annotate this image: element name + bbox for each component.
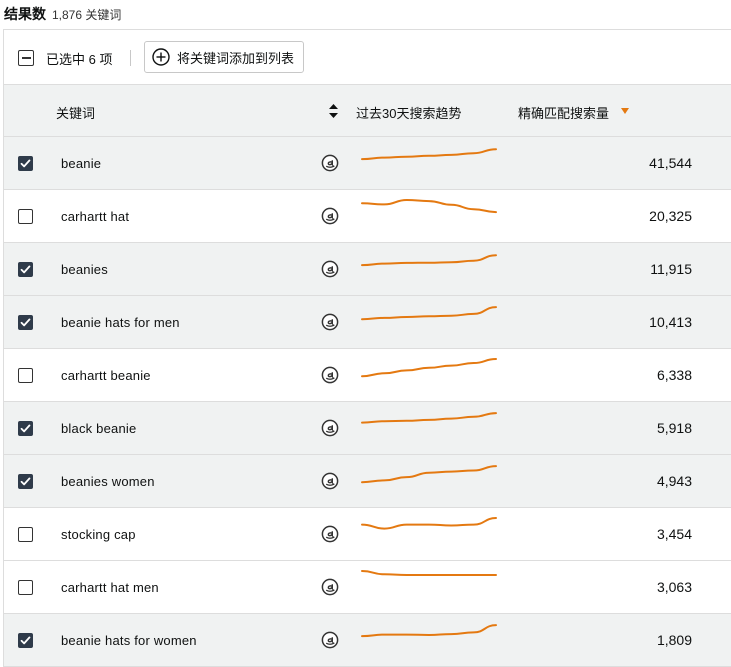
keyword-text: beanie — [61, 156, 102, 171]
column-header-volume[interactable]: 精确匹配搜索量 — [518, 103, 609, 122]
amazon-icon[interactable] — [321, 419, 339, 437]
keyword-text: beanies women — [61, 474, 155, 489]
row-checkbox[interactable] — [18, 633, 33, 648]
check-icon — [20, 477, 31, 486]
row-checkbox[interactable] — [18, 421, 33, 436]
trend-line — [361, 465, 497, 484]
results-title: 结果数 — [4, 6, 46, 22]
trend-sparkline — [361, 412, 497, 424]
keyword-text: beanie hats for men — [61, 315, 180, 330]
keyword-text: carhartt beanie — [61, 368, 151, 383]
table-row: carhartt beanie 6,338 — [4, 349, 731, 402]
amazon-icon[interactable] — [321, 313, 339, 331]
toolbar: 已选中 6 项 将关键词添加到列表 — [4, 30, 731, 84]
row-checkbox[interactable] — [18, 474, 33, 489]
row-checkbox[interactable] — [18, 262, 33, 277]
add-to-list-label: 将关键词添加到列表 — [177, 50, 295, 66]
sort-icon[interactable] — [329, 104, 338, 118]
table-row: beanie 41,544 — [4, 137, 731, 190]
trend-sparkline — [361, 148, 497, 161]
search-volume: 10,413 — [649, 314, 692, 330]
trend-sparkline — [361, 358, 497, 378]
check-icon — [20, 265, 31, 274]
row-checkbox[interactable] — [18, 315, 33, 330]
table-row: beanies women 4,943 — [4, 455, 731, 508]
trend-sparkline — [361, 517, 497, 530]
search-volume: 6,338 — [656, 367, 692, 383]
keyword-table-body: beanie 41,544 carhartt hat 20,325 beanie… — [4, 137, 731, 667]
trend-sparkline — [361, 465, 497, 484]
column-header-trend: 过去30天搜索趋势 — [356, 106, 462, 121]
selected-count-label: 已选中 6 项 — [46, 52, 113, 67]
check-icon — [20, 636, 31, 645]
search-volume: 4,943 — [656, 473, 692, 489]
toolbar-divider — [130, 50, 131, 66]
table-row: beanie hats for women 1,809 — [4, 614, 731, 667]
add-to-list-button[interactable]: 将关键词添加到列表 — [144, 41, 304, 73]
amazon-icon[interactable] — [321, 154, 339, 172]
table-row: black beanie 5,918 — [4, 402, 731, 455]
amazon-icon[interactable] — [321, 207, 339, 225]
trend-line — [361, 148, 497, 161]
trend-sparkline — [361, 624, 497, 638]
table-row: carhartt hat 20,325 — [4, 190, 731, 243]
check-icon — [20, 424, 31, 433]
amazon-icon[interactable] — [321, 472, 339, 490]
keyword-text: carhartt hat men — [61, 580, 159, 595]
search-volume: 5,918 — [656, 420, 692, 436]
row-checkbox[interactable] — [18, 209, 33, 224]
keyword-text: beanie hats for women — [61, 633, 197, 648]
trend-line — [361, 306, 497, 321]
trend-sparkline — [361, 306, 497, 321]
trend-sparkline — [361, 570, 497, 576]
keyword-text: beanies — [61, 262, 108, 277]
trend-line — [361, 624, 497, 638]
trend-line — [361, 199, 497, 214]
table-row: beanie hats for men 10,413 — [4, 296, 731, 349]
minus-icon — [21, 57, 31, 59]
trend-sparkline — [361, 199, 497, 214]
search-volume: 11,915 — [650, 261, 692, 277]
table-row: stocking cap 3,454 — [4, 508, 731, 561]
trend-line — [361, 412, 497, 424]
amazon-icon[interactable] — [321, 260, 339, 278]
row-checkbox[interactable] — [18, 156, 33, 171]
check-icon — [20, 159, 31, 168]
column-header-keyword[interactable]: 关键词 — [56, 103, 95, 122]
check-icon — [20, 318, 31, 327]
select-all-checkbox[interactable] — [18, 50, 34, 66]
keyword-text: carhartt hat — [61, 209, 130, 224]
search-volume: 20,325 — [649, 208, 692, 224]
row-checkbox[interactable] — [18, 368, 33, 383]
trend-sparkline — [361, 254, 497, 267]
keyword-panel: 已选中 6 项 将关键词添加到列表 关键词 过去30天搜索趋势 精确匹配搜索量 … — [3, 29, 731, 667]
results-header: 结果数 1,876 关键词 — [4, 2, 121, 26]
trend-line — [361, 570, 497, 576]
row-checkbox[interactable] — [18, 580, 33, 595]
row-checkbox[interactable] — [18, 527, 33, 542]
table-row: beanies 11,915 — [4, 243, 731, 296]
search-volume: 3,063 — [656, 579, 692, 595]
keyword-text: black beanie — [61, 421, 137, 436]
table-header: 关键词 过去30天搜索趋势 精确匹配搜索量 — [4, 84, 731, 137]
trend-line — [361, 358, 497, 378]
amazon-icon[interactable] — [321, 578, 339, 596]
keyword-text: stocking cap — [61, 527, 136, 542]
table-row: carhartt hat men 3,063 — [4, 561, 731, 614]
amazon-icon[interactable] — [321, 366, 339, 384]
plus-circle-icon — [152, 48, 170, 66]
sort-descending-icon[interactable] — [621, 108, 629, 114]
search-volume: 1,809 — [656, 632, 692, 648]
search-volume: 41,544 — [649, 155, 692, 171]
search-volume: 3,454 — [656, 526, 692, 542]
amazon-icon[interactable] — [321, 631, 339, 649]
trend-line — [361, 254, 497, 267]
results-count: 1,876 关键词 — [52, 7, 122, 22]
amazon-icon[interactable] — [321, 525, 339, 543]
trend-line — [361, 517, 497, 530]
